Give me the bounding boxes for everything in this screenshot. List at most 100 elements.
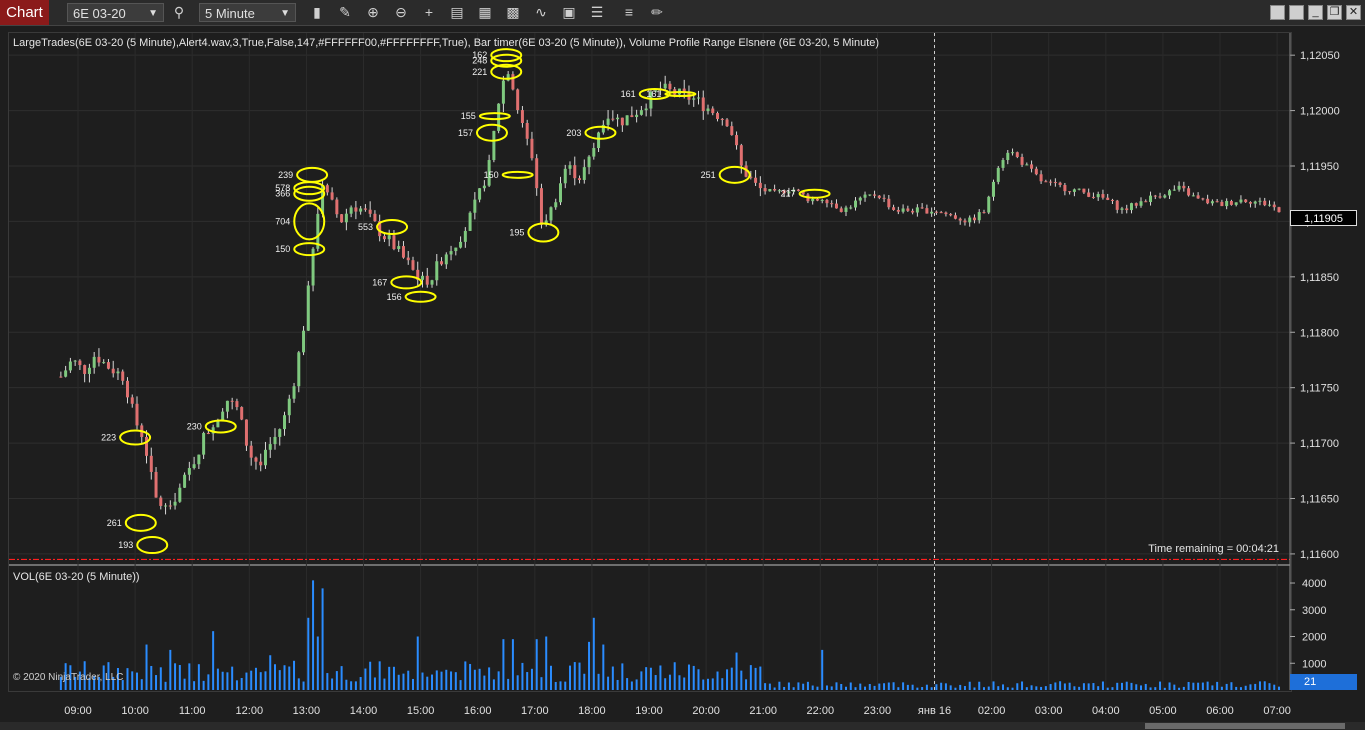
volume-bar <box>335 671 338 690</box>
volume-bar <box>245 672 248 690</box>
candle-body <box>154 471 158 498</box>
volume-bar <box>844 686 847 690</box>
candle-body <box>1030 164 1034 169</box>
volume-bar <box>892 682 895 690</box>
candle <box>939 210 943 214</box>
candle <box>535 154 539 196</box>
volume-bar <box>1144 683 1147 690</box>
candle <box>168 500 172 510</box>
candle-body <box>696 97 700 99</box>
candle <box>720 118 724 126</box>
candle <box>64 365 68 378</box>
candle <box>268 437 272 458</box>
candle-body <box>302 330 306 353</box>
candle-body <box>811 198 815 202</box>
volume-bar <box>464 661 467 690</box>
candle-body <box>392 235 396 250</box>
scrollbar-thumb[interactable] <box>1145 723 1345 729</box>
candle-body <box>1125 208 1129 211</box>
volume-bar <box>783 686 786 690</box>
volume-bar <box>726 669 729 690</box>
candle-body <box>292 386 296 399</box>
candle-body <box>106 362 110 369</box>
candle <box>1096 191 1100 201</box>
candle <box>882 194 886 203</box>
candle <box>925 204 929 214</box>
volume-bar <box>388 666 391 690</box>
volume-bar <box>569 665 572 690</box>
candle-body <box>592 148 596 157</box>
candle-body <box>1177 185 1181 190</box>
candle-body <box>468 212 472 231</box>
large-trade-label: 261 <box>107 518 122 528</box>
volume-bar <box>321 588 324 690</box>
volume-bar <box>849 682 852 690</box>
volume-bar <box>716 671 719 690</box>
volume-bar <box>278 670 281 690</box>
candle <box>387 229 391 247</box>
volume-bar <box>982 687 985 690</box>
candle <box>382 233 386 243</box>
candle-body <box>430 280 434 285</box>
x-tick-label: 16:00 <box>464 705 492 717</box>
candle-body <box>111 368 115 374</box>
volume-bar <box>392 666 395 690</box>
candle-body <box>225 400 229 412</box>
indicator-label: LargeTrades(6E 03-20 (5 Minute),Alert4.w… <box>13 37 880 49</box>
candle <box>468 211 472 231</box>
candle-body <box>1182 185 1186 189</box>
large-trade-marker: 217 <box>781 188 831 199</box>
volume-bar <box>968 681 971 690</box>
volume-bar <box>640 671 643 690</box>
volume-bar <box>873 685 876 690</box>
volume-bar <box>773 687 776 690</box>
y-tick-label: 1,11950 <box>1300 161 1339 173</box>
candle-body <box>344 213 348 223</box>
large-trade-label: 230 <box>187 421 202 431</box>
candle <box>1034 166 1038 176</box>
volume-bar <box>407 670 410 690</box>
candle <box>716 111 720 122</box>
large-trade-marker: 203 <box>566 125 617 140</box>
candle <box>159 495 163 510</box>
candle-body <box>1258 200 1262 202</box>
volume-bar <box>231 666 234 690</box>
candle-body <box>159 497 163 506</box>
candle <box>539 183 543 229</box>
volume-bar <box>440 671 443 690</box>
volume-bar <box>340 666 343 690</box>
candle <box>478 188 482 203</box>
volume-bar <box>216 668 219 690</box>
candle-body <box>149 455 153 472</box>
candle-body <box>858 197 862 201</box>
volume-bar <box>588 641 591 690</box>
candle-body <box>1196 195 1200 199</box>
candle-body <box>1115 200 1119 210</box>
candle-body <box>1263 200 1267 206</box>
volume-bar <box>792 687 795 690</box>
candle <box>849 205 853 210</box>
volume-bar <box>197 664 200 690</box>
volume-bar <box>250 670 253 690</box>
candle <box>344 208 348 231</box>
volume-bar <box>1021 681 1024 690</box>
candle <box>754 169 758 187</box>
volume-bar <box>169 649 172 690</box>
candle-body <box>168 505 172 507</box>
volume-bar <box>397 674 400 690</box>
volume-bar <box>749 665 752 690</box>
candle <box>354 200 358 220</box>
candle <box>1267 200 1271 207</box>
candle-body <box>501 80 505 104</box>
volume-bar <box>1149 687 1152 690</box>
candle <box>1110 198 1114 205</box>
volume-bar <box>906 684 909 690</box>
candle <box>725 118 729 127</box>
large-trade-ellipse <box>124 513 157 532</box>
volume-bar <box>697 669 700 690</box>
large-trade-ellipse <box>584 125 617 140</box>
large-trade-ellipse <box>376 218 409 235</box>
candle-body <box>473 199 477 213</box>
candle-body <box>59 376 63 378</box>
price-chart[interactable]: 2232611932302395783667041505531671561551… <box>0 0 1365 730</box>
